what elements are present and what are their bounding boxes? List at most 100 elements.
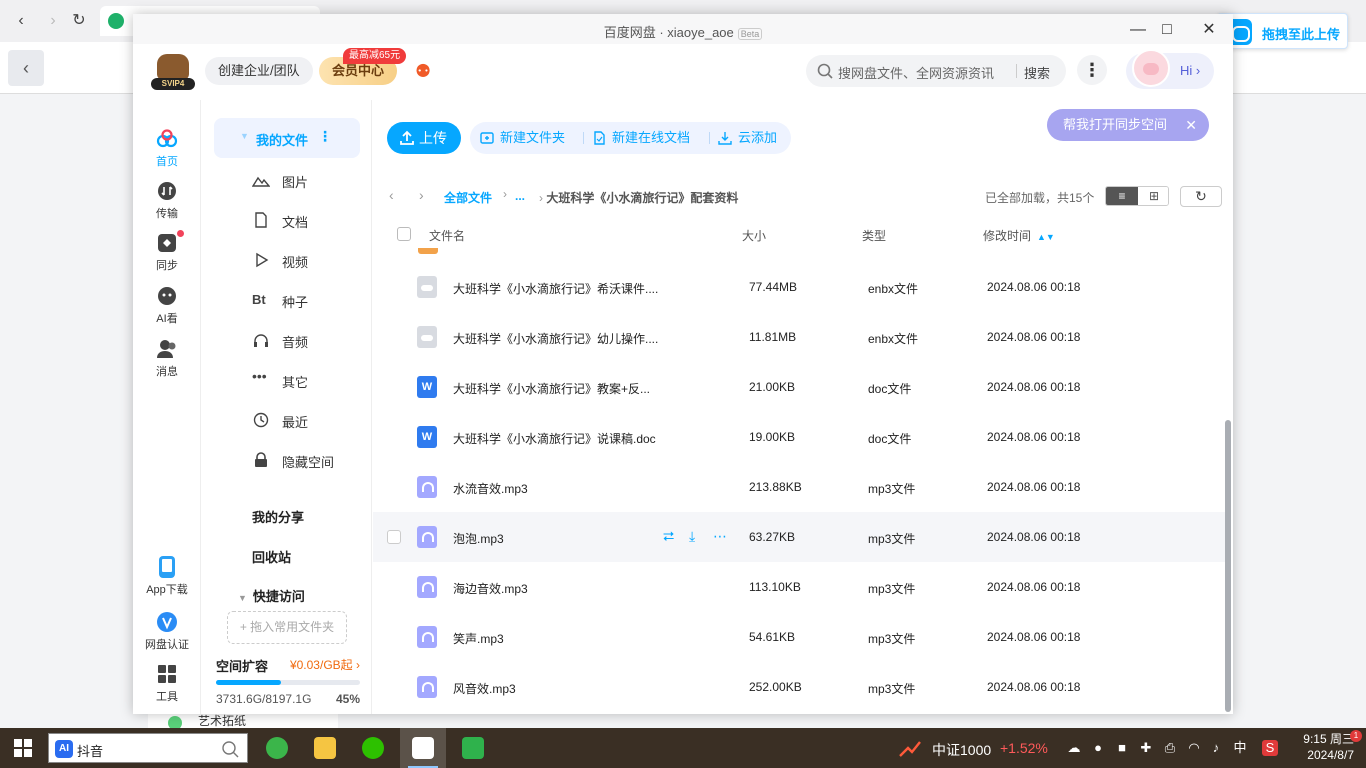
sogou-input-icon[interactable]: S [1262, 740, 1278, 756]
taskbar-netdisk[interactable] [400, 728, 446, 768]
gamepad-icon[interactable]: ⚉ [415, 61, 437, 81]
table-row[interactable]: 海边音效.mp3 113.10KB mp3文件 2024.08.06 00:18 [373, 562, 1225, 612]
table-row[interactable]: 水流音效.mp3 213.88KB mp3文件 2024.08.06 00:18 [373, 462, 1225, 512]
col-name[interactable]: 文件名 [429, 227, 465, 244]
scrollbar[interactable] [1225, 248, 1233, 714]
rail-verify[interactable]: 网盘认证 [133, 611, 201, 652]
nav-images[interactable]: 图片 [252, 160, 362, 200]
tray-nvidia-icon[interactable]: ■ [1114, 740, 1130, 756]
table-row[interactable]: W 大班科学《小水滴旅行记》教案+反... 21.00KB doc文件 2024.08.… [373, 362, 1225, 412]
taskbar-search[interactable]: AI 抖音 [48, 733, 248, 763]
table-row[interactable]: 大班科学《小水滴旅行记》幼儿操作.... 11.81MB enbx文件 2024.08… [373, 312, 1225, 362]
notification-badge[interactable]: 1 [1350, 730, 1362, 742]
search-button[interactable]: 搜索 [1024, 63, 1050, 82]
nav-videos[interactable]: 视频 [252, 240, 362, 280]
nav-docs[interactable]: 文档 [252, 200, 362, 240]
close-icon[interactable]: ✕ [1194, 18, 1224, 42]
browser-back-icon[interactable]: ‹ [10, 10, 32, 32]
system-clock[interactable]: 9:15 周三 2024/8/7 [1294, 731, 1354, 763]
share-icon[interactable]: ⮂ [663, 528, 674, 545]
rail-messages[interactable]: 消息 [133, 338, 201, 379]
new-online-doc-button[interactable]: 新建在线文档 [592, 122, 690, 154]
file-name[interactable]: 泡泡.mp3 [453, 530, 504, 547]
my-files-more-icon[interactable]: ⋮ [318, 128, 332, 145]
col-modified[interactable]: 修改时间 ▲▼ [983, 227, 1055, 244]
quota-price[interactable]: ¥0.03/GB起 › [290, 656, 360, 673]
drag-upload-button[interactable]: 拖拽至此上传 [1217, 13, 1348, 49]
minimize-icon[interactable]: — [1123, 18, 1153, 42]
more-menu-icon[interactable]: ⋮ [1077, 55, 1107, 85]
nav-audio[interactable]: 音频 [252, 320, 362, 360]
rail-sync[interactable]: 同步 [133, 230, 201, 273]
breadcrumb-ellipsis[interactable]: ... [515, 189, 525, 203]
nav-my-files[interactable]: ▼ 我的文件 ⋮ [214, 118, 360, 158]
nav-others[interactable]: ••• 其它 [252, 360, 362, 400]
file-name[interactable]: 海边音效.mp3 [453, 580, 528, 597]
file-name[interactable]: 水流音效.mp3 [453, 480, 528, 497]
col-size[interactable]: 大小 [742, 227, 766, 244]
ime-indicator[interactable]: 中 [1232, 740, 1248, 756]
windows-start-icon[interactable] [14, 739, 32, 757]
tray-printer-icon[interactable]: ⎙ [1162, 740, 1178, 756]
rail-ai-watch[interactable]: AI看 [133, 285, 201, 326]
upload-button[interactable]: 上传 [387, 122, 461, 154]
maximize-icon[interactable]: □ [1152, 18, 1182, 42]
list-view-icon[interactable]: ≡ [1106, 187, 1138, 205]
table-row[interactable]: W 大班科学《小水滴旅行记》说课稿.doc 19.00KB doc文件 2024.08.… [373, 412, 1225, 462]
wifi-icon[interactable]: ◠ [1186, 740, 1202, 756]
table-row[interactable]: 风音效.mp3 252.00KB mp3文件 2024.08.06 00:18 [373, 662, 1225, 712]
sort-icon[interactable]: ▲▼ [1037, 232, 1055, 242]
new-folder-button[interactable]: 新建文件夹 [480, 122, 565, 154]
close-sync-tip-icon[interactable]: ✕ [1185, 109, 1197, 141]
file-name[interactable]: 大班科学《小水滴旅行记》幼儿操作.... [453, 330, 658, 347]
taskbar-screen-app[interactable] [450, 728, 496, 768]
open-sync-space-button[interactable]: 帮我打开同步空间 ✕ [1047, 109, 1209, 141]
nav-quick-access[interactable]: ▼ 快捷访问 [238, 586, 305, 605]
grid-view-icon[interactable]: ⊞ [1138, 187, 1168, 205]
tray-netdisk-icon[interactable]: ☁ [1066, 740, 1082, 756]
storage-quota[interactable]: 空间扩容 ¥0.03/GB起 › 3731.6G/8197.1G 45% [216, 656, 360, 706]
select-all-checkbox[interactable] [397, 227, 411, 241]
browser-forward-icon[interactable]: › [42, 10, 64, 32]
nav-torrents[interactable]: Bt 种子 [252, 280, 362, 320]
rail-transfer[interactable]: 传输 [133, 180, 201, 221]
rail-home[interactable]: 首页 [133, 120, 201, 172]
download-icon[interactable]: ⤓ [689, 528, 695, 545]
nav-recent[interactable]: 最近 [252, 400, 362, 440]
rail-app-download[interactable]: App下载 [133, 556, 201, 597]
taskbar-explorer[interactable] [302, 728, 348, 768]
user-menu[interactable]: Hi › [1126, 49, 1214, 89]
nav-my-share[interactable]: 我的分享 [252, 507, 304, 526]
row-checkbox[interactable] [387, 530, 401, 544]
more-icon[interactable]: ⋯ [713, 528, 727, 545]
scrollbar-thumb[interactable] [1225, 420, 1231, 712]
col-type[interactable]: 类型 [862, 227, 886, 244]
table-row[interactable]: 泡泡.mp3 ⮂ ⤓ ⋯ 63.27KB mp3文件 2024.08.06 00:18 [373, 512, 1225, 562]
table-row[interactable]: 笑声.mp3 54.61KB mp3文件 2024.08.06 00:18 [373, 612, 1225, 662]
create-team-button[interactable]: 创建企业/团队 [205, 57, 313, 85]
volume-icon[interactable]: ♪ [1208, 740, 1224, 756]
file-name[interactable]: 风音效.mp3 [453, 680, 516, 697]
nav-recycle-bin[interactable]: 回收站 [252, 547, 291, 566]
nav-back-icon[interactable]: ‹ [389, 187, 394, 203]
breadcrumb-all-files[interactable]: 全部文件 [444, 189, 492, 206]
taskbar-wechat[interactable] [350, 728, 396, 768]
quick-access-dropzone[interactable]: + 拖入常用文件夹 [227, 611, 347, 644]
nav-hidden-space[interactable]: 隐藏空间 [252, 440, 362, 480]
tray-app-icon[interactable]: ✚ [1138, 740, 1154, 756]
taskbar-edge[interactable] [254, 728, 300, 768]
table-row[interactable]: 大班科学《小水滴旅行记》希沃课件.... 77.44MB enbx文件 2024.08… [373, 262, 1225, 312]
file-name[interactable]: 大班科学《小水滴旅行记》希沃课件.... [453, 280, 658, 297]
cloud-add-button[interactable]: 云添加 [718, 122, 777, 154]
rail-tools[interactable]: 工具 [133, 663, 201, 704]
svip-badge[interactable]: SVIP4 [151, 54, 195, 90]
tray-wechat-icon[interactable]: ● [1090, 740, 1106, 756]
file-name[interactable]: 笑声.mp3 [453, 630, 504, 647]
page-back-icon[interactable]: ‹ [8, 50, 44, 86]
search-box[interactable]: 搜网盘文件、全网资源资讯 搜索 [806, 55, 1066, 87]
refresh-icon[interactable]: ↻ [1180, 186, 1222, 207]
file-name[interactable]: 大班科学《小水滴旅行记》说课稿.doc [453, 430, 656, 447]
file-name[interactable]: 大班科学《小水滴旅行记》教案+反... [453, 380, 650, 397]
browser-reload-icon[interactable]: ↻ [68, 10, 90, 32]
nav-forward-icon[interactable]: › [419, 187, 424, 203]
